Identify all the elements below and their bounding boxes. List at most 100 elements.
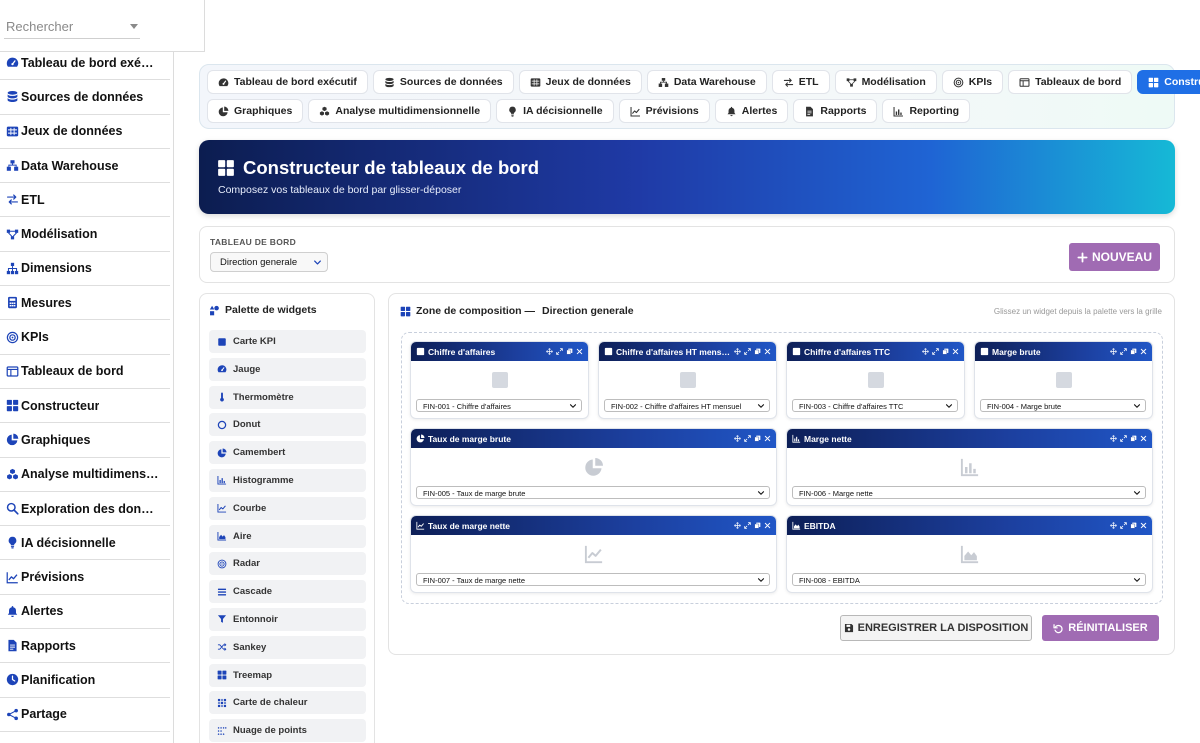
sidebar-item-14[interactable]: IA décisionnelle (0, 526, 170, 561)
reset-button[interactable]: RÉINITIALISER (1042, 615, 1159, 641)
tab-row1-3[interactable]: Data Warehouse (646, 70, 767, 94)
palette-item-5[interactable]: Histogramme (209, 468, 366, 492)
copy-icon[interactable] (754, 435, 761, 442)
widget-card[interactable]: Chiffre d'affaires TTC FIN-003 - Chiffre … (786, 341, 965, 419)
palette-item-11[interactable]: Sankey (209, 635, 366, 659)
close-icon[interactable] (1140, 348, 1147, 355)
sidebar-item-10[interactable]: Constructeur (0, 389, 170, 424)
palette-item-14[interactable]: Nuage de points (209, 719, 366, 743)
expand-icon[interactable] (1120, 348, 1127, 355)
widget-measure-select[interactable]: FIN-006 - Marge nette (792, 486, 1146, 499)
sidebar-item-8[interactable]: KPIs (0, 320, 170, 355)
move-icon[interactable] (1110, 435, 1117, 442)
palette-item-8[interactable]: Radar (209, 552, 366, 576)
widget-measure-select[interactable]: FIN-003 - Chiffre d'affaires TTC (792, 399, 958, 412)
palette-item-13[interactable]: Carte de chaleur (209, 691, 366, 715)
close-icon[interactable] (952, 348, 959, 355)
tab-row1-0[interactable]: Tableau de bord exécutif (207, 70, 368, 94)
sidebar-item-19[interactable]: Partage (0, 698, 170, 732)
widget-header[interactable]: Marge nette (787, 429, 1152, 448)
tab-row1-7[interactable]: Tableaux de bord (1008, 70, 1133, 94)
move-icon[interactable] (546, 348, 553, 355)
widget-card[interactable]: Taux de marge nette FIN-007 - Taux de mar… (410, 515, 777, 593)
copy-icon[interactable] (566, 348, 573, 355)
tab-row1-5[interactable]: Modélisation (834, 70, 937, 94)
widget-measure-select[interactable]: FIN-004 - Marge brute (980, 399, 1146, 412)
sidebar-item-13[interactable]: Exploration des don… (0, 492, 170, 527)
dashboard-select[interactable]: Direction generale (210, 252, 328, 272)
tab-row2-6[interactable]: Reporting (882, 99, 971, 123)
palette-item-9[interactable]: Cascade (209, 580, 366, 604)
move-icon[interactable] (734, 522, 741, 529)
palette-item-2[interactable]: Thermomètre (209, 385, 366, 409)
drop-grid[interactable]: Chiffre d'affaires FIN-001 - Chiffre d'af… (401, 332, 1163, 604)
sidebar-item-4[interactable]: ETL (0, 183, 170, 218)
close-icon[interactable] (764, 522, 771, 529)
tab-row2-0[interactable]: Graphiques (207, 99, 304, 123)
expand-icon[interactable] (744, 435, 751, 442)
move-icon[interactable] (1110, 522, 1117, 529)
widget-header[interactable]: EBITDA (787, 516, 1152, 535)
palette-item-10[interactable]: Entonnoir (209, 607, 366, 631)
palette-item-4[interactable]: Camembert (209, 441, 366, 465)
palette-item-3[interactable]: Donut (209, 413, 366, 437)
tab-row1-8[interactable]: Constructeur (1137, 70, 1200, 94)
palette-item-6[interactable]: Courbe (209, 496, 366, 520)
copy-icon[interactable] (754, 522, 761, 529)
widget-measure-select[interactable]: FIN-001 - Chiffre d'affaires (416, 399, 582, 412)
tab-row1-1[interactable]: Sources de données (372, 70, 514, 94)
expand-icon[interactable] (932, 348, 939, 355)
move-icon[interactable] (734, 435, 741, 442)
tab-row2-1[interactable]: Analyse multidimensionnelle (308, 99, 492, 123)
sidebar-item-6[interactable]: Dimensions (0, 252, 170, 287)
widget-header[interactable]: Chiffre d'affaires HT mens… (599, 342, 776, 361)
tab-row1-2[interactable]: Jeux de données (518, 70, 642, 94)
sidebar-item-15[interactable]: Prévisions (0, 560, 170, 595)
sidebar-item-18[interactable]: Planification (0, 663, 170, 698)
widget-card[interactable]: Chiffre d'affaires FIN-001 - Chiffre d'af… (410, 341, 589, 419)
tab-row2-3[interactable]: Prévisions (618, 99, 710, 123)
widget-header[interactable]: Taux de marge brute (411, 429, 776, 448)
close-icon[interactable] (1140, 522, 1147, 529)
close-icon[interactable] (764, 435, 771, 442)
widget-measure-select[interactable]: FIN-007 - Taux de marge nette (416, 573, 770, 586)
sidebar-item-1[interactable]: Sources de données (0, 80, 170, 115)
widget-header[interactable]: Chiffre d'affaires TTC (787, 342, 964, 361)
widget-card[interactable]: Marge brute FIN-004 - Marge brute (974, 341, 1153, 419)
widget-card[interactable]: EBITDA FIN-008 - EBITDA (786, 515, 1153, 593)
sidebar-item-2[interactable]: Jeux de données (0, 115, 170, 149)
sidebar-item-17[interactable]: Rapports (0, 629, 170, 664)
move-icon[interactable] (734, 348, 741, 355)
widget-header[interactable]: Marge brute (975, 342, 1152, 361)
tab-row2-5[interactable]: Rapports (793, 99, 878, 123)
sidebar-item-12[interactable]: Analyse multidimens… (0, 458, 170, 492)
sidebar-item-5[interactable]: Modélisation (0, 217, 170, 252)
widget-measure-select[interactable]: FIN-008 - EBITDA (792, 573, 1146, 586)
copy-icon[interactable] (1130, 522, 1137, 529)
copy-icon[interactable] (1130, 348, 1137, 355)
widget-measure-select[interactable]: FIN-005 - Taux de marge brute (416, 486, 770, 499)
tab-row1-4[interactable]: ETL (771, 70, 830, 94)
palette-item-0[interactable]: Carte KPI (209, 330, 366, 353)
new-dashboard-button[interactable]: NOUVEAU (1069, 243, 1160, 271)
close-icon[interactable] (764, 348, 771, 355)
save-layout-button[interactable]: ENREGISTRER LA DISPOSITION (840, 615, 1032, 641)
sidebar-item-16[interactable]: Alertes (0, 595, 170, 630)
sidebar-item-7[interactable]: Mesures (0, 286, 170, 321)
copy-icon[interactable] (942, 348, 949, 355)
widget-header[interactable]: Taux de marge nette (411, 516, 776, 535)
close-icon[interactable] (576, 348, 583, 355)
tab-row1-6[interactable]: KPIs (941, 70, 1004, 94)
move-icon[interactable] (922, 348, 929, 355)
widget-card[interactable]: Chiffre d'affaires HT mens… FIN-002 - Chi… (598, 341, 777, 419)
close-icon[interactable] (1140, 435, 1147, 442)
palette-item-7[interactable]: Aire (209, 524, 366, 548)
expand-icon[interactable] (1120, 435, 1127, 442)
expand-icon[interactable] (1120, 522, 1127, 529)
expand-icon[interactable] (744, 348, 751, 355)
palette-item-12[interactable]: Treemap (209, 663, 366, 687)
widget-measure-select[interactable]: FIN-002 - Chiffre d'affaires HT mensuel (604, 399, 770, 412)
expand-icon[interactable] (744, 522, 751, 529)
widget-card[interactable]: Marge nette FIN-006 - Marge nette (786, 428, 1153, 506)
widget-header[interactable]: Chiffre d'affaires (411, 342, 588, 361)
